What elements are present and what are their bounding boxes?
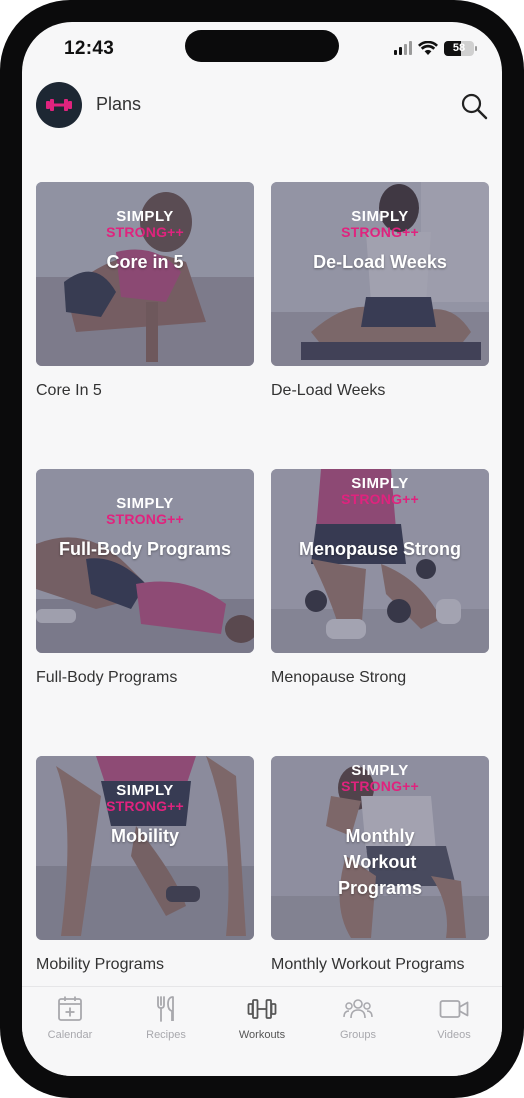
plan-overlay-title: Mobility	[111, 826, 179, 846]
dumbbell-icon[interactable]	[36, 82, 82, 128]
brand-simply: SIMPLY	[116, 782, 174, 799]
fork-knife-icon	[157, 996, 174, 1022]
group-icon	[343, 999, 373, 1019]
plan-label[interactable]: Monthly Workout Programs	[271, 956, 489, 974]
phone-frame: 12:43 58 Plans SIMPLY STRONG++ Core in 5…	[0, 0, 524, 1098]
plan-label[interactable]: Mobility Programs	[36, 956, 254, 974]
tab-label: Videos	[437, 1029, 471, 1041]
plan-thumbnail[interactable]: SIMPLY STRONG++ De-Load Weeks	[271, 182, 489, 366]
search-icon[interactable]	[460, 92, 488, 120]
brand-strong: STRONG++	[341, 778, 419, 794]
brand-strong: STRONG++	[106, 511, 184, 527]
tab-videos[interactable]: Videos	[406, 987, 502, 1076]
tab-label: Recipes	[146, 1029, 186, 1041]
tab-label: Groups	[339, 1029, 377, 1041]
wifi-icon	[418, 40, 438, 55]
plan-card-menopause-strong[interactable]: SIMPLY STRONG++ Menopause Strong Menopau…	[271, 469, 489, 687]
plan-overlay-title: Core in 5	[106, 252, 184, 272]
brand-strong: STRONG++	[341, 224, 419, 240]
dumbbell-icon	[247, 999, 277, 1019]
simply-strong-logo: SIMPLY STRONG++	[36, 782, 254, 814]
brand-simply: SIMPLY	[351, 762, 409, 779]
brand-simply: SIMPLY	[116, 208, 174, 225]
status-icons: 58	[394, 40, 477, 56]
simply-strong-logo: SIMPLY STRONG++	[36, 495, 254, 527]
plan-thumbnail[interactable]: SIMPLY STRONG++ Core in 5	[36, 182, 254, 366]
plan-card-monthly-workout-programs[interactable]: SIMPLY STRONG++ Monthly Workout Programs…	[271, 756, 489, 974]
tab-label: Calendar	[47, 1029, 93, 1041]
plan-label[interactable]: Full-Body Programs	[36, 669, 254, 687]
brand-simply: SIMPLY	[116, 495, 174, 512]
simply-strong-logo: SIMPLY STRONG++	[271, 762, 489, 794]
battery-icon: 58	[444, 40, 477, 56]
brand-strong: STRONG++	[106, 798, 184, 814]
plan-overlay-title: Monthly Workout Programs	[337, 826, 423, 898]
tab-recipes[interactable]: Recipes	[118, 987, 214, 1076]
video-camera-icon	[439, 1000, 469, 1018]
bottom-tab-bar: Calendar Recipes Workouts Groups Videos	[22, 986, 502, 1076]
plan-thumbnail[interactable]: SIMPLY STRONG++ Menopause Strong	[271, 469, 489, 653]
simply-strong-logo: SIMPLY STRONG++	[271, 475, 489, 507]
plan-card-full-body-programs[interactable]: SIMPLY STRONG++ Full-Body Programs Full-…	[36, 469, 254, 687]
battery-percent: 58	[452, 41, 466, 54]
simply-strong-logo: SIMPLY STRONG++	[36, 208, 254, 240]
tab-groups[interactable]: Groups	[310, 987, 406, 1076]
plan-label[interactable]: De-Load Weeks	[271, 382, 489, 400]
plan-thumbnail[interactable]: SIMPLY STRONG++ Mobility	[36, 756, 254, 940]
plan-overlay-title: Full-Body Programs	[58, 539, 232, 559]
page-title: Plans	[96, 94, 142, 114]
brand-strong: STRONG++	[106, 224, 184, 240]
plan-card-de-load-weeks[interactable]: SIMPLY STRONG++ De-Load Weeks De-Load We…	[271, 182, 489, 400]
brand-simply: SIMPLY	[351, 475, 409, 492]
brand-simply: SIMPLY	[351, 208, 409, 225]
plan-card-core-in-5[interactable]: SIMPLY STRONG++ Core in 5 Core In 5	[36, 182, 254, 400]
brand-strong: STRONG++	[341, 491, 419, 507]
signal-icon	[394, 41, 412, 55]
plan-label[interactable]: Menopause Strong	[271, 669, 489, 687]
plan-overlay-title: De-Load Weeks	[313, 252, 447, 272]
plan-thumbnail[interactable]: SIMPLY STRONG++ Full-Body Programs	[36, 469, 254, 653]
tab-label: Workouts	[238, 1029, 286, 1041]
plan-label[interactable]: Core In 5	[36, 382, 254, 400]
plan-overlay-title: Menopause Strong	[298, 539, 461, 559]
tab-calendar[interactable]: Calendar	[22, 987, 118, 1076]
plan-thumbnail[interactable]: SIMPLY STRONG++ Monthly Workout Programs	[271, 756, 489, 940]
plan-card-mobility[interactable]: SIMPLY STRONG++ Mobility Mobility Progra…	[36, 756, 254, 974]
header: Plans	[36, 82, 488, 130]
status-time: 12:43	[64, 38, 115, 59]
dynamic-island	[185, 30, 339, 62]
tab-workouts[interactable]: Workouts	[214, 987, 310, 1076]
calendar-icon	[58, 996, 82, 1021]
simply-strong-logo: SIMPLY STRONG++	[271, 208, 489, 240]
app-screen: 12:43 58 Plans SIMPLY STRONG++ Core in 5…	[22, 22, 502, 1076]
